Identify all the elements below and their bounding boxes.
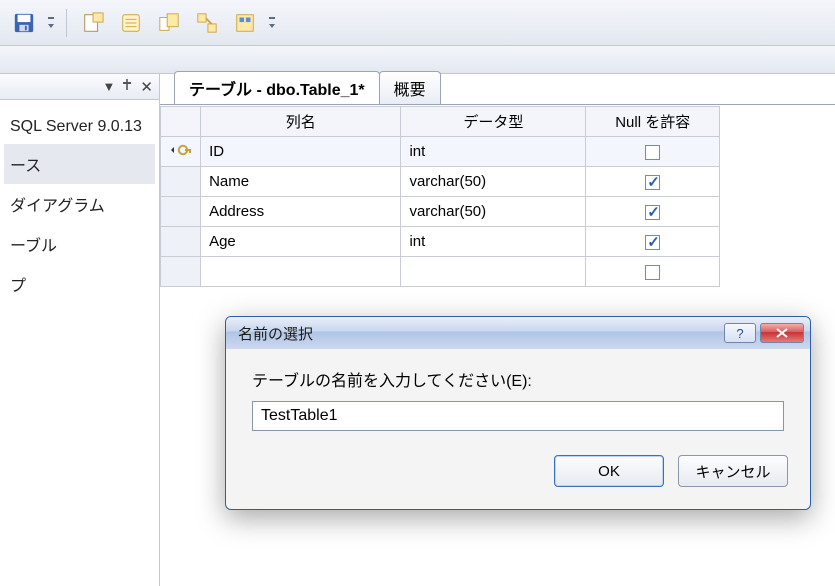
panel-menu-icon[interactable]: ▼ bbox=[103, 79, 116, 94]
table-row[interactable] bbox=[161, 257, 720, 287]
table-designer: 列名 データ型 Null を許容 IDintNamevarchar(50)Add… bbox=[160, 106, 720, 287]
cell-data-type[interactable]: int bbox=[401, 227, 586, 257]
pin-icon[interactable] bbox=[121, 78, 134, 95]
cell-column-name[interactable]: Name bbox=[201, 167, 401, 197]
chevron-down-icon bbox=[268, 16, 276, 30]
cell-column-name[interactable]: Age bbox=[201, 227, 401, 257]
relations-button[interactable] bbox=[191, 7, 223, 39]
tree: SQL Server 9.0.13 ースダイアグラムーブルプ bbox=[0, 100, 159, 314]
document-tab[interactable]: テーブル - dbo.Table_1* bbox=[174, 71, 380, 104]
chevron-down-icon bbox=[47, 16, 55, 30]
document-tab[interactable]: 概要 bbox=[379, 71, 441, 104]
cell-column-name[interactable] bbox=[201, 257, 401, 287]
dialog-title: 名前の選択 bbox=[238, 323, 720, 344]
close-panel-icon[interactable]: ✕ bbox=[140, 78, 153, 96]
choose-name-dialog: 名前の選択 ? テーブルの名前を入力してください(E): OK キャンセル bbox=[225, 316, 811, 510]
secondary-toolbar bbox=[0, 46, 835, 74]
object-explorer: ▼ ✕ SQL Server 9.0.13 ースダイアグラムーブルプ bbox=[0, 74, 160, 586]
row-header[interactable] bbox=[161, 167, 201, 197]
toolbar-overflow-2[interactable] bbox=[267, 7, 277, 39]
cell-column-name[interactable]: Address bbox=[201, 197, 401, 227]
toolbar-separator bbox=[66, 9, 67, 37]
tables-button[interactable] bbox=[153, 7, 185, 39]
allow-null-checkbox[interactable] bbox=[645, 145, 660, 160]
row-header-corner bbox=[161, 107, 201, 137]
tables-icon bbox=[158, 12, 180, 34]
cell-allow-null[interactable] bbox=[586, 137, 720, 167]
cell-allow-null[interactable] bbox=[586, 167, 720, 197]
save-button[interactable] bbox=[8, 7, 40, 39]
allow-null-checkbox[interactable] bbox=[645, 265, 660, 280]
close-button[interactable] bbox=[760, 323, 804, 343]
relations-icon bbox=[196, 12, 218, 34]
notes-icon bbox=[120, 12, 142, 34]
help-button[interactable]: ? bbox=[724, 323, 756, 343]
cell-allow-null[interactable] bbox=[586, 227, 720, 257]
table-name-input[interactable] bbox=[252, 401, 784, 431]
toolbar-overflow-1[interactable] bbox=[46, 7, 56, 39]
cell-column-name[interactable]: ID bbox=[201, 137, 401, 167]
properties-button[interactable] bbox=[229, 7, 261, 39]
column-header-type[interactable]: データ型 bbox=[401, 107, 586, 137]
close-icon bbox=[775, 328, 789, 338]
cell-data-type[interactable]: int bbox=[401, 137, 586, 167]
table-row[interactable]: Ageint bbox=[161, 227, 720, 257]
row-header[interactable] bbox=[161, 137, 201, 167]
script-icon bbox=[82, 12, 104, 34]
tree-node-label: プ bbox=[10, 278, 26, 295]
document-tabs: テーブル - dbo.Table_1*概要 bbox=[160, 74, 835, 104]
main-toolbar bbox=[0, 0, 835, 46]
tree-node-label: SQL Server 9.0.13 bbox=[10, 118, 142, 135]
cell-data-type[interactable]: varchar(50) bbox=[401, 197, 586, 227]
tree-node-label: ダイアグラム bbox=[10, 198, 105, 215]
notes-button[interactable] bbox=[115, 7, 147, 39]
cell-allow-null[interactable] bbox=[586, 257, 720, 287]
table-row[interactable]: Addressvarchar(50) bbox=[161, 197, 720, 227]
dialog-titlebar[interactable]: 名前の選択 ? bbox=[226, 317, 810, 349]
table-row[interactable]: Namevarchar(50) bbox=[161, 167, 720, 197]
tree-node[interactable]: プ bbox=[4, 264, 155, 304]
script-button[interactable] bbox=[77, 7, 109, 39]
cell-allow-null[interactable] bbox=[586, 197, 720, 227]
tree-node-label: ース bbox=[10, 158, 41, 175]
tree-node[interactable]: ース bbox=[4, 144, 155, 184]
row-header[interactable] bbox=[161, 227, 201, 257]
table-row[interactable]: IDint bbox=[161, 137, 720, 167]
tree-node[interactable]: SQL Server 9.0.13 bbox=[4, 110, 155, 144]
tree-node[interactable]: ダイアグラム bbox=[4, 184, 155, 224]
column-header-name[interactable]: 列名 bbox=[201, 107, 401, 137]
primary-key-icon bbox=[170, 142, 192, 162]
allow-null-checkbox[interactable] bbox=[645, 205, 660, 220]
tree-node-label: ーブル bbox=[10, 238, 57, 255]
ok-button[interactable]: OK bbox=[554, 455, 664, 487]
panel-header: ▼ ✕ bbox=[0, 74, 159, 100]
cancel-button[interactable]: キャンセル bbox=[678, 455, 788, 487]
properties-icon bbox=[234, 12, 256, 34]
column-header-null[interactable]: Null を許容 bbox=[586, 107, 720, 137]
cell-data-type[interactable] bbox=[401, 257, 586, 287]
row-header[interactable] bbox=[161, 197, 201, 227]
allow-null-checkbox[interactable] bbox=[645, 175, 660, 190]
save-icon bbox=[13, 12, 35, 34]
cell-data-type[interactable]: varchar(50) bbox=[401, 167, 586, 197]
row-header[interactable] bbox=[161, 257, 201, 287]
tree-node[interactable]: ーブル bbox=[4, 224, 155, 264]
dialog-prompt: テーブルの名前を入力してください(E): bbox=[252, 367, 784, 391]
allow-null-checkbox[interactable] bbox=[645, 235, 660, 250]
